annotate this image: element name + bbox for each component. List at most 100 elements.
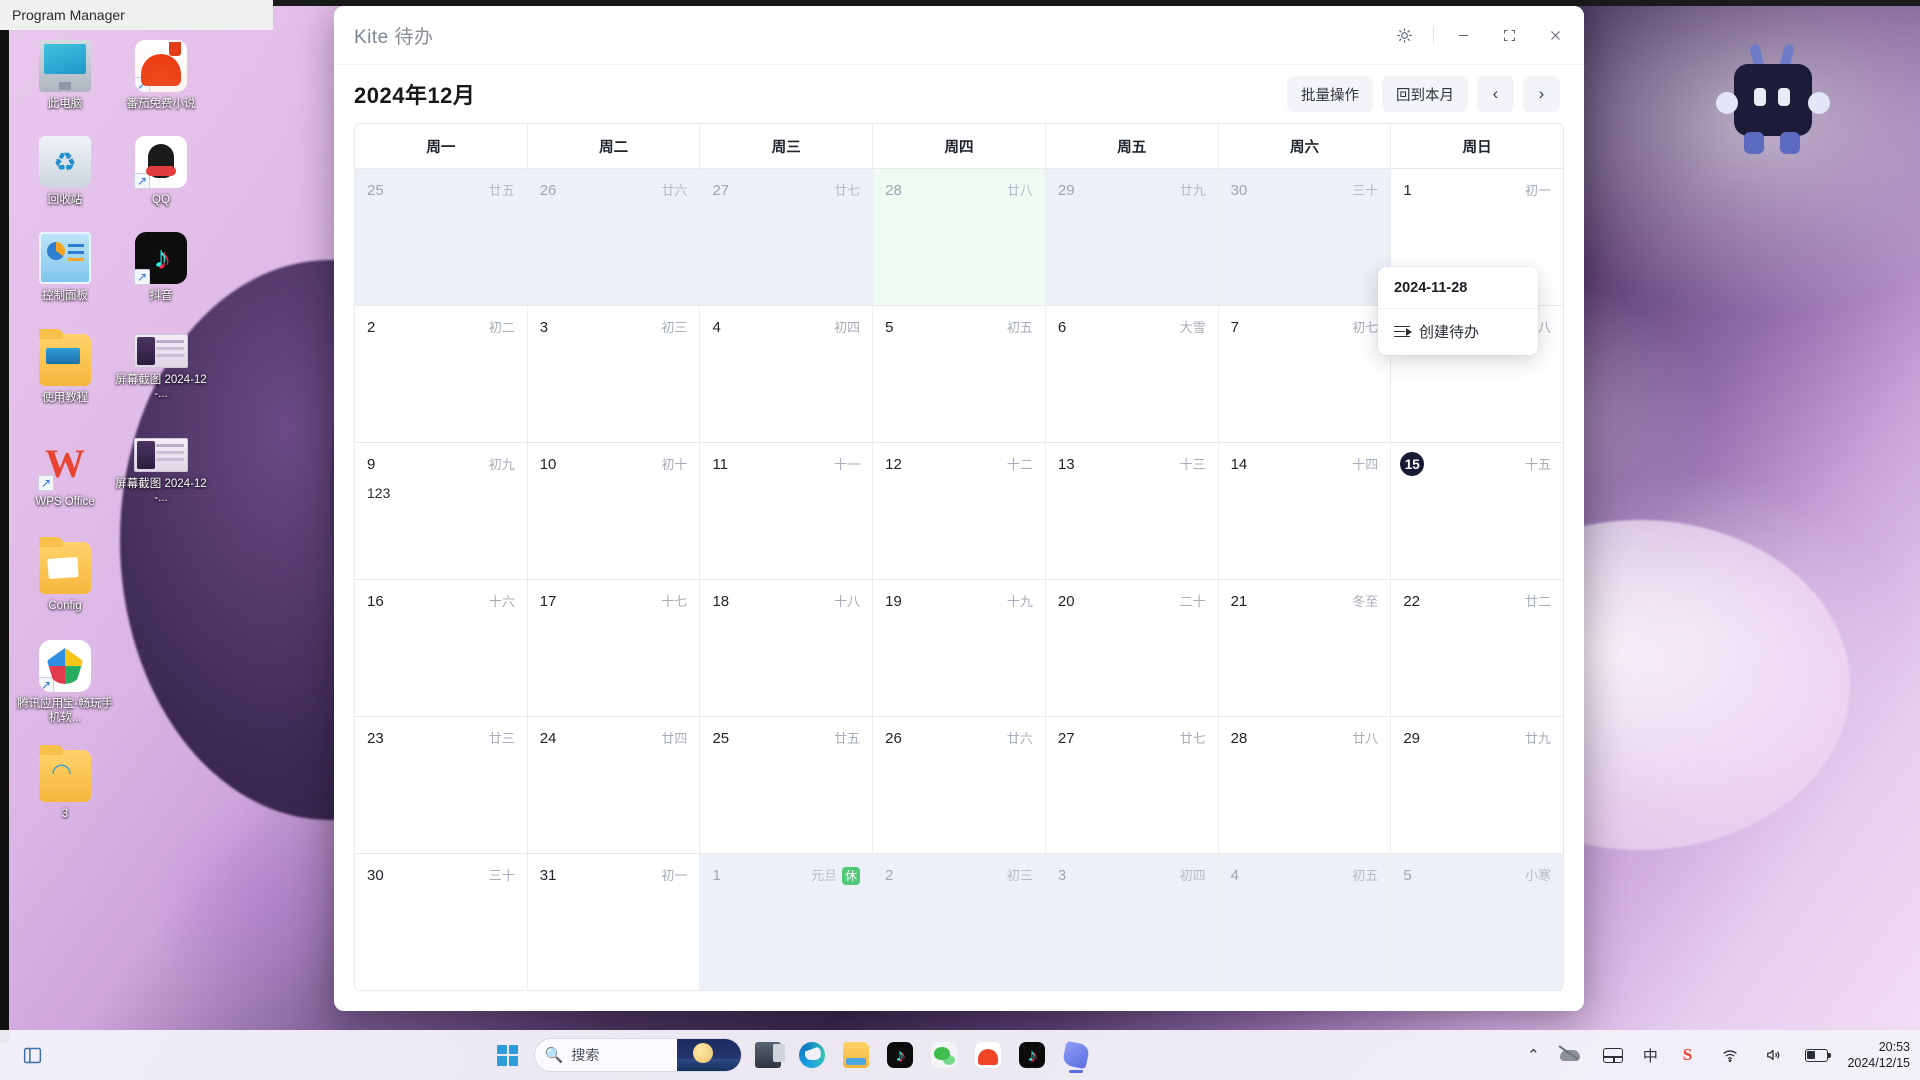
calendar-day-cell[interactable]: 30 三十 [1218,169,1392,305]
calendar-day-cell[interactable]: 2 初三 [873,854,1046,990]
desktop-icon[interactable]: 控制面板 [17,232,113,303]
calendar-day-cell[interactable]: 22 廿二 [1391,580,1563,716]
windows-start-icon[interactable] [488,1035,528,1075]
taskbar-app-douyin[interactable] [880,1035,920,1075]
desktop-icon[interactable]: 屏幕截图 2024-12-... [113,334,209,402]
lunar-date-wrap: 初二 [489,317,515,337]
calendar-day-cell[interactable]: 30 三十 [355,854,528,990]
desktop-icon-label: Config [48,600,82,612]
calendar-day-cell[interactable]: 19 十九 [873,580,1046,716]
yyb-icon: ↗ [39,640,91,692]
program-manager-titlebar: Program Manager [0,0,273,30]
previous-month-button[interactable]: ‹ [1477,76,1514,112]
calendar-day-cell[interactable]: 9 初九 123 [355,443,528,579]
shortcut-arrow-icon: ↗ [134,173,150,189]
sogou-input-icon[interactable]: S [1667,1035,1707,1075]
tray-expand-chevron-icon[interactable]: ⌃ [1519,1046,1547,1064]
tomato-icon: ↗ [135,40,187,92]
taskbar-app-wechat[interactable] [924,1035,964,1075]
calendar-day-cell[interactable]: 15 十五 [1391,443,1563,579]
desktop-icon[interactable]: ↗ 番茄免费小说 [113,40,209,111]
calendar-day-cell[interactable]: 14 十四 [1218,443,1392,579]
taskbar-app-task-view[interactable] [748,1035,788,1075]
calendar-day-cell[interactable]: 28 廿八 [1218,717,1392,853]
calendar-day-cell[interactable]: 20 二十 [1045,580,1219,716]
lunar-date-wrap: 十六 [489,591,515,611]
calendar-day-cell[interactable]: 11 十一 [700,443,874,579]
batch-operations-button[interactable]: 批量操作 [1287,76,1373,112]
onedrive-icon[interactable] [1550,1035,1590,1075]
calendar-day-cell[interactable]: 16 十六 [355,580,528,716]
calendar-day-cell[interactable]: 26 廿六 [527,169,701,305]
taskbar-app-tomato-novel[interactable] [968,1035,1008,1075]
lunar-date-wrap: 廿六 [1007,728,1033,748]
minimize-icon[interactable] [1440,15,1486,55]
desktop-icon[interactable]: 回收站 [17,136,113,207]
maximize-icon[interactable] [1486,15,1532,55]
taskbar-app-edge[interactable] [792,1035,832,1075]
calendar-day-cell[interactable]: 1 元旦休 [700,854,874,990]
calendar-day-cell[interactable]: 12 十二 [873,443,1046,579]
calendar-day-cell[interactable]: 31 初一 [527,854,701,990]
day-cell-header: 30 三十 [367,864,515,886]
calendar-day-cell[interactable]: 17 十七 [527,580,701,716]
calendar-day-cell[interactable]: 2 初二 [355,306,528,442]
calendar-day-cell[interactable]: 4 初四 [700,306,874,442]
shortcut-arrow-icon: ↗ [39,677,54,692]
taskbar-search-box[interactable]: 🔍 搜索 [533,1038,742,1072]
calendar-day-cell[interactable]: 6 大雪 [1045,306,1219,442]
calendar-day-cell[interactable]: 3 初三 [527,306,701,442]
calendar-day-cell[interactable]: 4 初五 [1218,854,1392,990]
desktop-icon[interactable]: 屏幕截图 2024-12-... [113,438,209,506]
brightness-icon[interactable] [1381,15,1427,55]
calendar-day-cell[interactable]: 28 廿八 [873,169,1046,305]
calendar-day-cell[interactable]: 21 冬至 [1218,580,1392,716]
close-icon[interactable] [1532,15,1578,55]
volume-icon[interactable] [1753,1035,1793,1075]
calendar-day-cell[interactable]: 25 廿五 [355,169,528,305]
calendar-day-cell[interactable]: 13 十三 [1045,443,1219,579]
calendar-day-cell[interactable]: 26 廿六 [873,717,1046,853]
calendar-day-cell[interactable]: 3 初四 [1045,854,1219,990]
calendar-day-cell[interactable]: 29 廿九 [1045,169,1219,305]
desktop-icon[interactable]: ↗ 腾讯应用宝-畅玩手机软... [17,640,113,726]
taskbar-app-douyin-2[interactable] [1012,1035,1052,1075]
taskbar-clock[interactable]: 20:53 2024/12/15 [1847,1039,1910,1071]
calendar-day-cell[interactable]: 29 廿九 [1391,717,1563,853]
desktop-icon[interactable]: ↗ 抖音 [113,232,209,303]
calendar-day-cell[interactable]: 27 廿七 [1045,717,1219,853]
calendar-day-cell[interactable]: 10 初十 [527,443,701,579]
touchpad-icon[interactable] [1593,1035,1633,1075]
taskbar-app-file-explorer[interactable] [836,1035,876,1075]
desktop-icon[interactable]: ↗ QQ [113,136,209,207]
desktop-icon[interactable]: ↗ WPS Office [17,438,113,509]
calendar-day-cell[interactable]: 5 小寒 [1391,854,1563,990]
back-to-this-month-button[interactable]: 回到本月 [1382,76,1468,112]
calendar-day-cell[interactable]: 24 廿四 [527,717,701,853]
calendar-day-cell[interactable]: 25 廿五 [700,717,874,853]
lunar-date-wrap: 元旦休 [811,865,861,885]
calendar-day-cell[interactable]: 7 初七 [1218,306,1392,442]
widgets-icon[interactable] [11,1034,53,1076]
create-todo-menu-item[interactable]: 创建待办 [1378,309,1538,355]
day-number: 26 [885,729,902,747]
day-number: 2 [367,318,376,336]
calendar-day-cell[interactable]: 18 十八 [700,580,874,716]
taskbar-app-kite[interactable] [1056,1035,1096,1075]
calendar-day-cell[interactable]: 23 廿三 [355,717,528,853]
next-month-button[interactable]: › [1523,76,1560,112]
day-number: 17 [539,592,557,610]
ime-language-icon[interactable]: 中 [1636,1045,1664,1066]
desktop-icon[interactable]: 使用教程 [17,329,113,405]
desktop-icon[interactable]: 此电脑 [17,40,113,111]
lunar-date-wrap: 廿七 [1180,728,1206,748]
battery-icon[interactable] [1796,1035,1836,1075]
weekday-header: 周二 [528,124,701,168]
desktop-icon[interactable]: Config [17,537,113,613]
wifi-icon[interactable] [1710,1035,1750,1075]
calendar-day-cell[interactable]: 5 初五 [873,306,1046,442]
taskbar-center: 🔍 搜索 [64,1035,1519,1075]
todo-event-item[interactable]: 123 [367,483,515,503]
calendar-day-cell[interactable]: 27 廿七 [700,169,874,305]
desktop-icon[interactable]: 3 [17,745,113,821]
